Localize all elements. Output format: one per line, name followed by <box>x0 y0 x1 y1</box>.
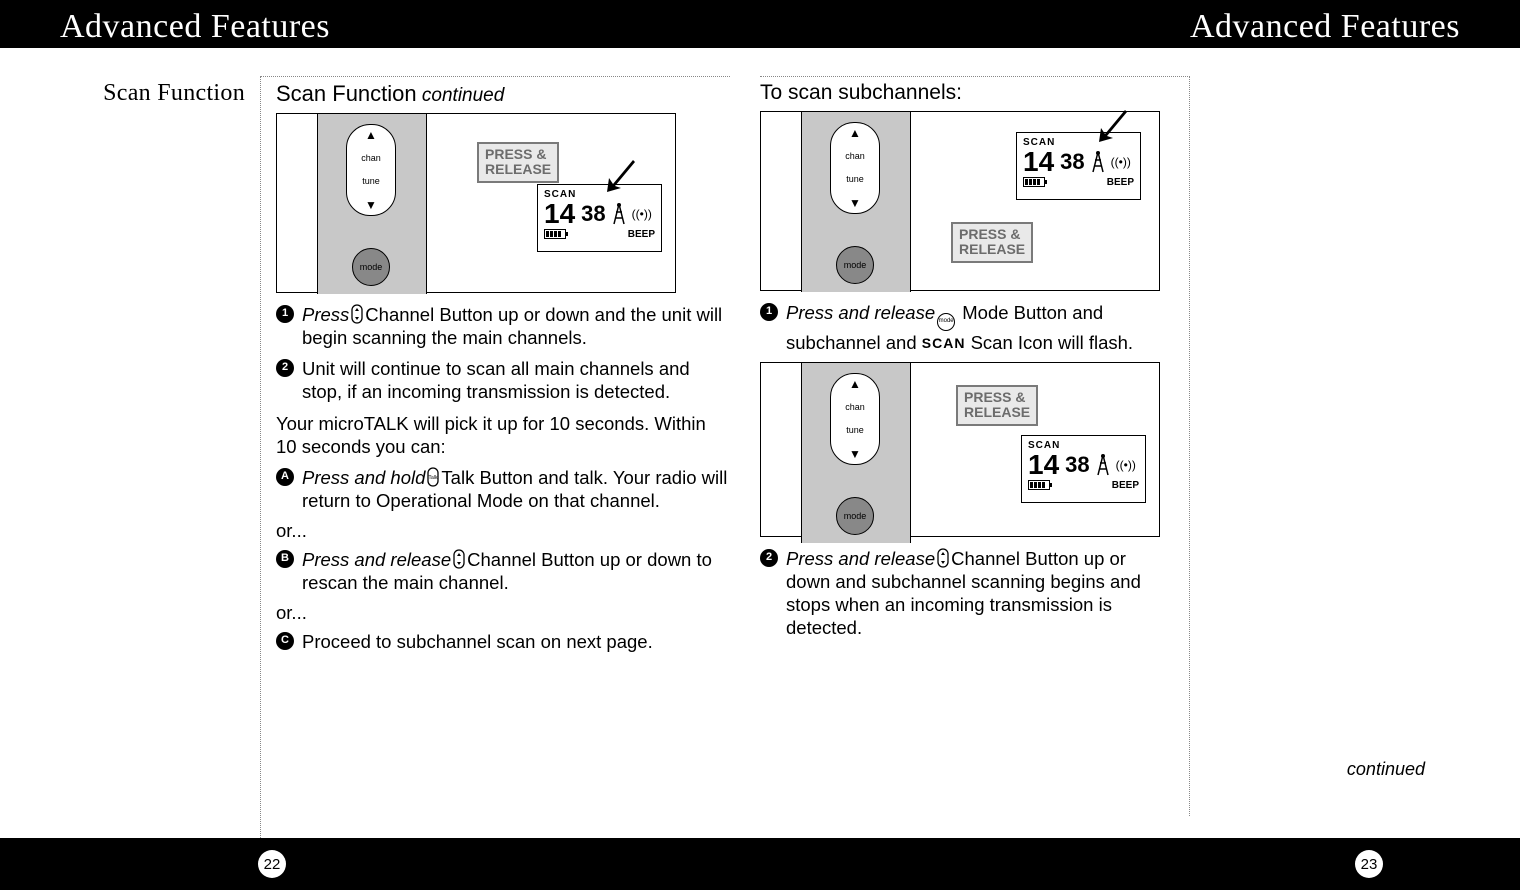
pointer-arrow-icon <box>1095 108 1129 148</box>
continued-note: continued <box>1347 759 1425 780</box>
down-arrow-icon: ▼ <box>849 448 861 460</box>
tower-icon <box>612 202 626 226</box>
step-item: C Proceed to subchannel scan on next pag… <box>276 630 730 653</box>
tower-icon <box>1096 453 1110 477</box>
talk-button-icon: Talk <box>426 467 440 487</box>
pointer-arrow-icon <box>603 158 637 198</box>
page-left: Scan Function Scan Function continued ▲ … <box>0 48 760 838</box>
chan-label: chan <box>361 154 381 163</box>
bullet-2-icon: 2 <box>760 549 778 567</box>
page-number-right: 23 <box>1355 850 1383 878</box>
header-title-left: Advanced Features <box>60 8 330 46</box>
or-text: or... <box>276 520 730 542</box>
signal-icon: ((•)) <box>1111 155 1131 169</box>
step-item: 2 Unit will continue to scan all main ch… <box>276 357 730 403</box>
scan-word: SCAN <box>922 335 966 351</box>
step-action: Press and release <box>786 548 935 569</box>
bullet-1-icon: 1 <box>276 305 294 323</box>
channel-button-icon <box>936 548 950 568</box>
header-band: Advanced Features Advanced Features <box>0 0 1520 48</box>
step-text: Unit will continue to scan all main chan… <box>302 357 730 403</box>
or-text: or... <box>276 602 730 624</box>
illustration-right-2: ▲ chan tune ▼ mode PRESS &RELEASE SCAN 1… <box>760 362 1160 537</box>
step-item: 1 Press and releasemode Mode Button and … <box>760 301 1174 354</box>
tune-label: tune <box>362 177 380 186</box>
callout-press-release: PRESS &RELEASE <box>951 222 1033 263</box>
step-action: Press <box>302 304 349 325</box>
sidebar-label: Scan Function <box>55 80 245 107</box>
mode-button-graphic: mode <box>836 497 874 535</box>
battery-icon <box>544 229 566 239</box>
step-item: B Press and releaseChannel Button up or … <box>276 548 730 594</box>
chan-label: chan <box>845 403 865 412</box>
page-number-left: 22 <box>258 850 286 878</box>
mode-button-graphic: mode <box>352 248 390 286</box>
bullet-1-icon: 1 <box>760 303 778 321</box>
page-right: To scan subchannels: ▲ chan tune ▼ mode … <box>760 48 1520 838</box>
header-title-right: Advanced Features <box>1190 8 1460 46</box>
mode-button-graphic: mode <box>836 246 874 284</box>
up-arrow-icon: ▲ <box>365 129 377 141</box>
step-item: A Press and holdTalkTalk Button and talk… <box>276 466 730 512</box>
lcd-subchannel: 38 <box>1065 454 1089 476</box>
lcd-channel: 14 <box>1028 451 1059 479</box>
chan-label: chan <box>845 152 865 161</box>
step-text: Channel Button up or down and the unit w… <box>302 304 722 348</box>
radio-body: ▲ chan tune ▼ mode <box>801 112 911 292</box>
bullet-2-icon: 2 <box>276 359 294 377</box>
step-action: Press and release <box>786 302 935 323</box>
lcd-subchannel: 38 <box>1060 151 1084 173</box>
channel-button-panel: ▲ chan tune ▼ <box>346 124 396 216</box>
down-arrow-icon: ▼ <box>365 199 377 211</box>
radio-body: ▲ chan tune ▼ mode <box>801 363 911 543</box>
paragraph: Your microTALK will pick it up for 10 se… <box>276 412 730 458</box>
battery-icon <box>1028 480 1050 490</box>
illustration-left: ▲ chan tune ▼ mode PRESS &RELEASE SCAN 1… <box>276 113 676 293</box>
step-text: Proceed to subchannel scan on next page. <box>302 630 730 653</box>
beep-label: BEEP <box>628 229 655 240</box>
heading-suffix: continued <box>417 85 505 106</box>
tower-icon <box>1091 150 1105 174</box>
illustration-right-1: ▲ chan tune ▼ mode SCAN 14 38 ((•)) <box>760 111 1160 291</box>
beep-label: BEEP <box>1112 480 1139 491</box>
lcd-display-left: SCAN 14 38 ((•)) BEEP <box>537 184 662 252</box>
step-item: 1 PressChannel Button up or down and the… <box>276 303 730 349</box>
channel-button-panel: ▲ chan tune ▼ <box>830 122 880 214</box>
step-action: Press and hold <box>302 467 425 488</box>
bullet-a-icon: A <box>276 468 294 486</box>
svg-text:Talk: Talk <box>429 475 438 481</box>
up-arrow-icon: ▲ <box>849 378 861 390</box>
callout-press-release: PRESS &RELEASE <box>477 142 559 183</box>
lcd-channel: 14 <box>1023 148 1054 176</box>
step-text: Scan Icon will flash. <box>965 332 1133 353</box>
signal-icon: ((•)) <box>632 207 652 221</box>
subheading-right: To scan subchannels: <box>760 81 1174 105</box>
step-action: Press and release <box>302 549 451 570</box>
bullet-c-icon: C <box>276 632 294 650</box>
lcd-channel: 14 <box>544 200 575 228</box>
battery-icon <box>1023 177 1045 187</box>
lcd-display-r2: SCAN 14 38 ((•)) BEEP <box>1021 435 1146 503</box>
callout-press-release: PRESS &RELEASE <box>956 385 1038 426</box>
up-arrow-icon: ▲ <box>849 127 861 139</box>
mode-button-icon: mode <box>937 313 955 331</box>
channel-button-panel: ▲ chan tune ▼ <box>830 373 880 465</box>
signal-icon: ((•)) <box>1116 458 1136 472</box>
channel-button-icon <box>350 304 364 324</box>
bullet-b-icon: B <box>276 550 294 568</box>
tune-label: tune <box>846 175 864 184</box>
tune-label: tune <box>846 426 864 435</box>
step-item: 2 Press and releaseChannel Button up or … <box>760 547 1174 640</box>
down-arrow-icon: ▼ <box>849 197 861 209</box>
lcd-subchannel: 38 <box>581 203 605 225</box>
heading-main: Scan Function <box>276 81 417 106</box>
channel-button-icon <box>452 549 466 569</box>
footer-band: 22 23 <box>0 838 1520 890</box>
section-heading-left: Scan Function continued <box>276 81 730 107</box>
radio-body: ▲ chan tune ▼ mode <box>317 114 427 294</box>
beep-label: BEEP <box>1107 177 1134 188</box>
